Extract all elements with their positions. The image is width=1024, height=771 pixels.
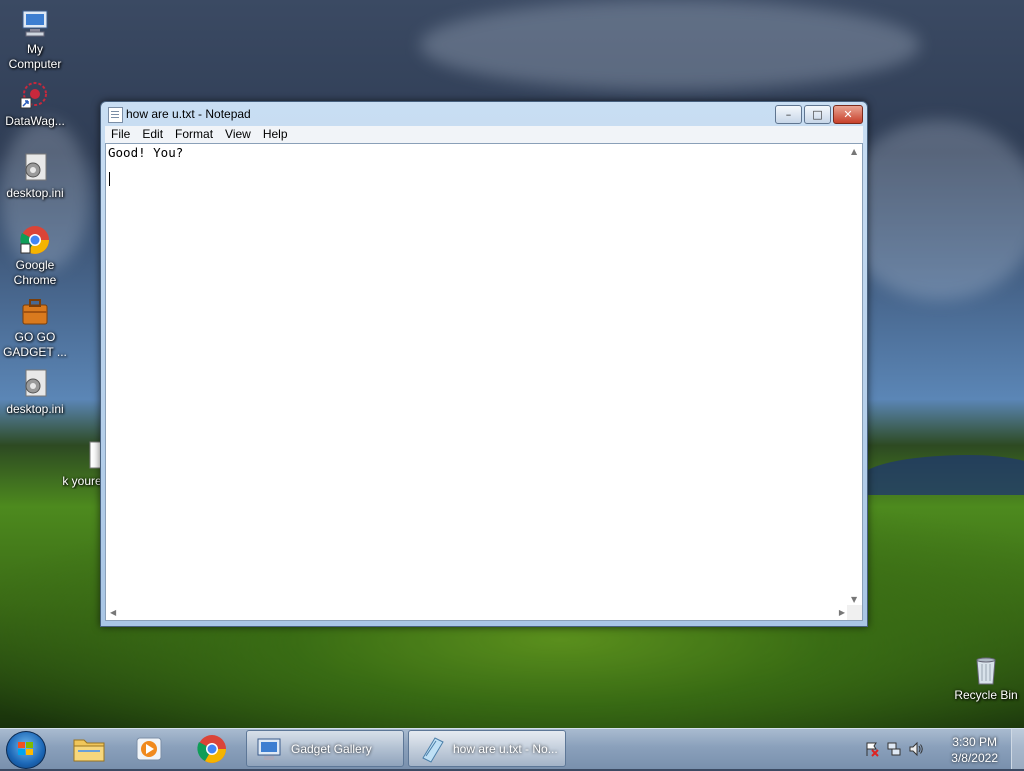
desktop-icon-text-file[interactable]: k youre <box>62 440 102 489</box>
scrollbar-corner <box>847 605 862 620</box>
desktop-icon-desktop-ini-2[interactable]: desktop.ini <box>0 368 70 417</box>
clock-time: 3:30 PM <box>952 735 997 749</box>
scroll-left-icon[interactable]: ◀ <box>110 608 116 617</box>
briefcase-icon <box>18 296 52 328</box>
title-bar[interactable]: how are u.txt - Notepad – □ ✕ <box>101 102 867 126</box>
desktop-icon-label: My Computer <box>8 42 62 71</box>
task-label: Gadget Gallery <box>291 742 372 756</box>
desktop-icon-google-chrome[interactable]: Google Chrome <box>0 224 70 288</box>
window-title: how are u.txt - Notepad <box>126 107 251 121</box>
system-tray: 3:30 PM 3/8/2022 <box>854 729 1024 769</box>
settings-file-icon <box>18 152 52 184</box>
chrome-icon <box>18 224 52 256</box>
desktop-icon-label: desktop.ini <box>6 186 64 200</box>
menu-edit[interactable]: Edit <box>136 126 169 143</box>
action-center-flag-icon[interactable] <box>864 741 880 757</box>
datawagon-shortcut-icon <box>18 80 52 112</box>
task-label: how are u.txt - No... <box>453 742 558 756</box>
minimize-button[interactable]: – <box>775 105 802 124</box>
menu-bar: File Edit Format View Help <box>105 126 863 143</box>
desktop-icon-recycle-bin[interactable]: Recycle Bin <box>950 654 1022 703</box>
desktop-icon-go-go-gadget[interactable]: GO GO GADGET ... <box>0 296 70 360</box>
menu-format[interactable]: Format <box>169 126 219 143</box>
clock-date: 3/8/2022 <box>951 751 998 765</box>
menu-file[interactable]: File <box>105 126 136 143</box>
start-button[interactable] <box>6 731 46 769</box>
chrome-icon <box>197 735 226 763</box>
desktop-icon-datawagon[interactable]: DataWag... <box>0 80 70 129</box>
minimize-icon: – <box>785 108 792 121</box>
desktop-icon-my-computer[interactable]: My Computer <box>0 8 70 72</box>
pinned-file-explorer[interactable] <box>62 731 116 767</box>
menu-help[interactable]: Help <box>257 126 294 143</box>
settings-file-icon <box>18 368 52 400</box>
text-file-icon <box>82 440 102 472</box>
vertical-scrollbar[interactable]: ▲ ▼ <box>847 144 862 607</box>
scroll-up-icon[interactable]: ▲ <box>851 147 857 156</box>
notepad-window[interactable]: how are u.txt - Notepad – □ ✕ File Edit … <box>100 101 868 627</box>
horizontal-scrollbar[interactable]: ◀ ▶ <box>106 605 849 620</box>
play-icon <box>136 737 162 761</box>
folder-icon <box>73 739 105 762</box>
close-button[interactable]: ✕ <box>833 105 863 124</box>
distant-hill <box>860 455 1024 495</box>
notepad-icon <box>108 107 123 123</box>
pinned-media-player[interactable] <box>122 731 176 767</box>
scroll-down-icon[interactable]: ▼ <box>851 595 857 604</box>
sky-cloud <box>420 0 920 90</box>
desktop-icon-label: GO GO GADGET ... <box>3 330 67 359</box>
text-editor[interactable]: Good! You? ▲ ▼ ◀ ▶ <box>105 143 863 621</box>
desktop-icon-desktop-ini-1[interactable]: desktop.ini <box>0 152 70 201</box>
maximize-icon: □ <box>812 108 823 121</box>
close-icon: ✕ <box>843 108 853 121</box>
gadget-gallery-icon <box>257 738 281 760</box>
text-caret <box>109 172 110 186</box>
network-icon[interactable] <box>886 741 902 757</box>
desktop-icon-label: DataWag... <box>5 114 65 128</box>
maximize-button[interactable]: □ <box>804 105 831 124</box>
desktop-icon-label: Google Chrome <box>13 258 57 287</box>
scroll-right-icon[interactable]: ▶ <box>839 608 845 617</box>
notepad-icon <box>422 737 444 763</box>
menu-view[interactable]: View <box>219 126 257 143</box>
clock[interactable]: 3:30 PM 3/8/2022 <box>951 734 998 766</box>
computer-icon <box>18 8 52 40</box>
pinned-chrome[interactable] <box>185 731 239 767</box>
volume-icon[interactable] <box>908 741 924 757</box>
recycle-bin-icon <box>969 654 1003 686</box>
task-notepad[interactable]: how are u.txt - No... <box>408 730 566 767</box>
desktop-icon-label: Recycle Bin <box>954 688 1018 702</box>
text-content[interactable]: Good! You? <box>106 144 853 611</box>
show-desktop-button[interactable] <box>1011 729 1024 769</box>
desktop-icon-label: desktop.ini <box>6 402 64 416</box>
taskbar: Gadget Gallery how are u.txt - No... 3:3… <box>0 728 1024 769</box>
windows-start-icon <box>18 742 34 757</box>
task-gadget-gallery[interactable]: Gadget Gallery <box>246 730 404 767</box>
desktop-icon-label: k youre <box>62 474 102 488</box>
